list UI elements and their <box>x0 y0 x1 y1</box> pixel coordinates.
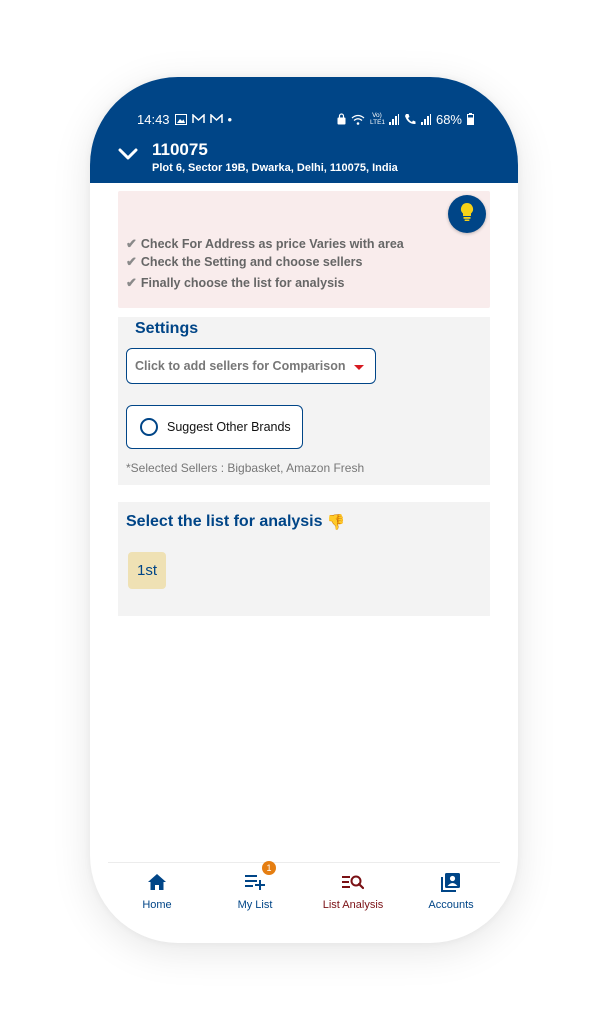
battery-level: 68% <box>435 111 462 127</box>
account-box-icon <box>441 871 461 893</box>
tip-item: ✔ Finally choose the list for analysis <box>126 275 344 291</box>
battery-icon <box>467 113 474 125</box>
pointing-hand-icon: 👎 <box>326 514 346 531</box>
tip-item: ✔ Check the Setting and choose sellers <box>126 254 363 270</box>
check-icon: ✔ <box>126 275 137 290</box>
suggest-brands-label: Suggest Other Brands <box>167 420 291 434</box>
analysis-title-text: Select the list for analysis <box>126 513 323 530</box>
nav-label: Accounts <box>428 899 474 911</box>
nav-list-analysis[interactable]: List Analysis <box>304 871 402 911</box>
check-icon: ✔ <box>126 254 137 269</box>
list-chip[interactable]: 1st <box>128 552 166 589</box>
signal-icon <box>388 113 399 125</box>
mail-icon <box>209 114 223 124</box>
lock-icon <box>337 113 346 125</box>
settings-panel: Settings Click to add sellers for Compar… <box>118 317 490 485</box>
tips-button[interactable] <box>448 195 486 233</box>
bottom-navigation: Home 1 My List List Analysis Accounts <box>108 861 500 923</box>
settings-title: Settings <box>135 320 199 337</box>
status-dot: • <box>227 111 233 127</box>
nav-home[interactable]: Home <box>108 871 206 911</box>
selected-sellers-text: *Selected Sellers : Bigbasket, Amazon Fr… <box>126 461 365 475</box>
home-icon <box>147 871 167 893</box>
check-icon: ✔ <box>126 236 137 251</box>
status-time: 14:43 <box>137 111 170 127</box>
location-pincode[interactable]: 110075 <box>152 140 208 160</box>
caret-down-icon <box>354 365 364 370</box>
analysis-title: Select the list for analysis 👎 <box>126 513 345 531</box>
cart-count-badge: 1 <box>262 861 276 875</box>
wifi-icon <box>351 114 365 125</box>
chevron-down-icon[interactable] <box>118 147 138 163</box>
nav-label: List Analysis <box>322 899 384 911</box>
nav-accounts[interactable]: Accounts <box>402 871 500 911</box>
suggest-brands-option[interactable]: Suggest Other Brands <box>126 405 303 449</box>
tip-item: ✔ Check For Address as price Varies with… <box>126 236 404 252</box>
tips-panel: ✔ Check For Address as price Varies with… <box>118 191 490 308</box>
list-search-icon <box>342 871 364 893</box>
phone-frame: 14:43 • Vo) LTE1 68% 110075 Plot 6, Sect… <box>90 77 518 943</box>
location-address[interactable]: Plot 6, Sector 19B, Dwarka, Delhi, 11007… <box>152 162 398 174</box>
image-icon <box>174 113 187 125</box>
mail-icon <box>191 114 205 124</box>
call-icon <box>404 113 416 125</box>
radio-button[interactable] <box>140 418 158 436</box>
tip-text: Check For Address as price Varies with a… <box>140 237 404 251</box>
seller-dropdown-label: Click to add sellers for Comparison <box>135 359 346 373</box>
status-bar: 14:43 • Vo) LTE1 68% <box>137 111 474 127</box>
nav-label: Home <box>142 899 172 911</box>
playlist-add-icon: 1 <box>245 861 276 893</box>
nav-my-list[interactable]: 1 My List <box>206 861 304 911</box>
signal-icon <box>420 113 431 125</box>
header-bar: 14:43 • Vo) LTE1 68% 110075 Plot 6, Sect… <box>90 77 518 183</box>
tip-text: Check the Setting and choose sellers <box>140 255 363 269</box>
analysis-panel: Select the list for analysis 👎 1st <box>118 502 490 616</box>
seller-comparison-dropdown[interactable]: Click to add sellers for Comparison <box>126 348 376 384</box>
nav-label: My List <box>237 899 273 911</box>
tip-text: Finally choose the list for analysis <box>140 276 345 290</box>
lightbulb-icon <box>460 202 474 227</box>
network-label: Vo) LTE1 <box>369 112 386 126</box>
